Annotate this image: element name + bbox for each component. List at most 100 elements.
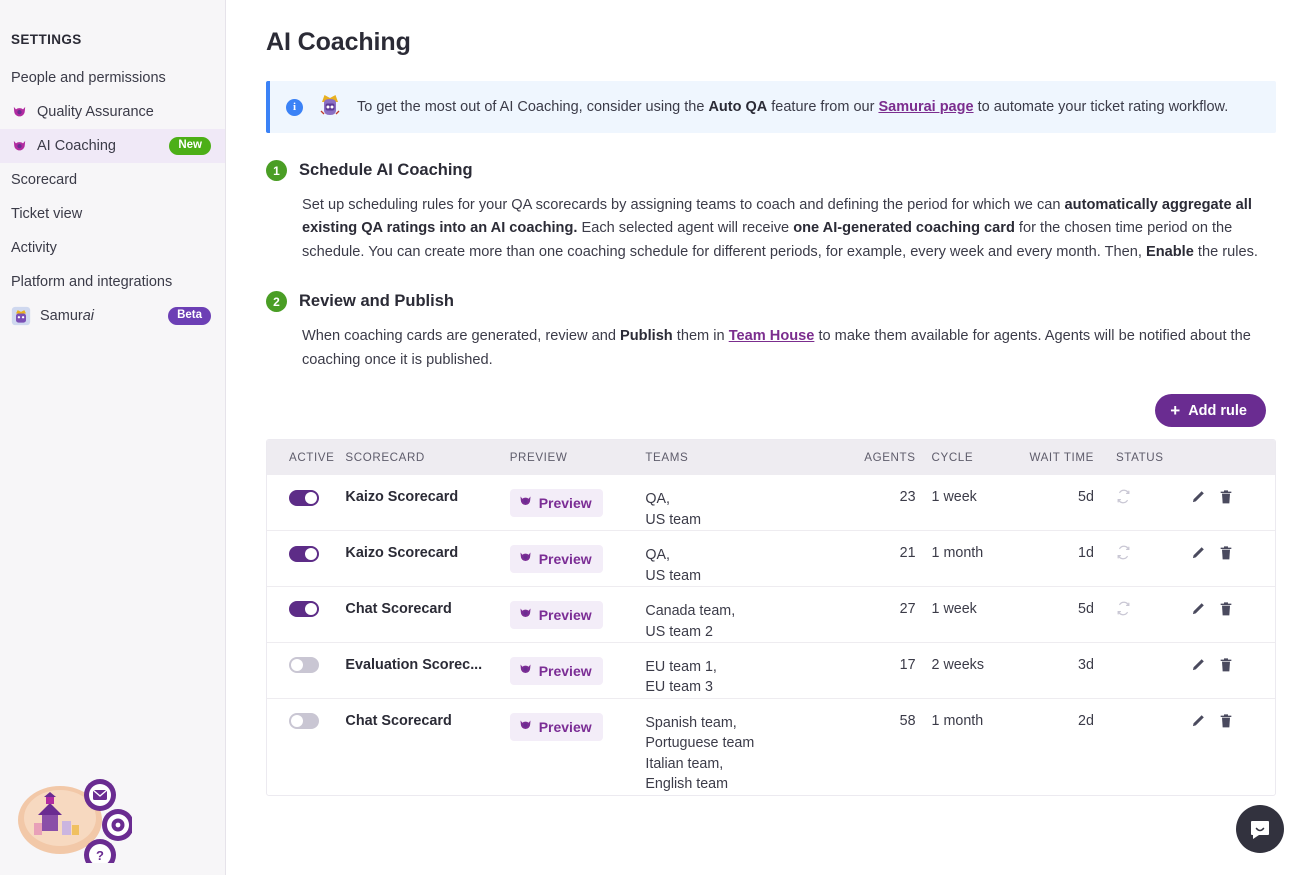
column-header-teams: TEAMS xyxy=(645,440,846,475)
status-cell xyxy=(1116,531,1190,587)
preview-button[interactable]: Preview xyxy=(510,601,603,629)
add-rule-button[interactable]: + Add rule xyxy=(1155,394,1266,427)
sidebar-item-activity[interactable]: Activity xyxy=(0,231,225,265)
table-row: Chat ScorecardPreviewCanada team,US team… xyxy=(267,587,1275,643)
envelope-icon xyxy=(84,779,116,811)
team-name: Spanish team, xyxy=(645,713,846,733)
banner-text-3: to automate your ticket rating workflow. xyxy=(974,99,1229,115)
preview-button[interactable]: Preview xyxy=(510,545,603,573)
app-root: SETTINGS People and permissions Quality … xyxy=(0,0,1306,875)
kaizo-icon xyxy=(11,104,28,121)
step1-bold-2: one AI-generated coaching card xyxy=(793,220,1015,236)
toggle-knob xyxy=(305,548,317,560)
pencil-icon[interactable] xyxy=(1190,713,1206,733)
step-1-body: Set up scheduling rules for your QA scor… xyxy=(302,194,1266,264)
sidebar-item-scorecard[interactable]: Scorecard xyxy=(0,163,225,197)
step-title: Review and Publish xyxy=(299,292,454,311)
sidebar-item-samurai[interactable]: Samurai Beta xyxy=(0,299,225,333)
gear-icon xyxy=(102,809,132,841)
active-toggle[interactable] xyxy=(289,490,319,506)
actions-cell xyxy=(1190,531,1275,587)
sidebar-item-label: Activity xyxy=(11,240,57,256)
sidebar-item-quality-assurance[interactable]: Quality Assurance xyxy=(0,95,225,129)
sidebar-item-label: Quality Assurance xyxy=(37,104,154,120)
step2-text-2: them in xyxy=(673,328,729,344)
banner-text-2: feature from our xyxy=(767,99,878,115)
sidebar-item-label: AI Coaching xyxy=(37,138,116,154)
sync-icon xyxy=(1116,545,1131,564)
sidebar-item-ai-coaching[interactable]: AI Coaching New xyxy=(0,129,225,163)
preview-button[interactable]: Preview xyxy=(510,657,603,685)
intercom-chat-button[interactable] xyxy=(1236,805,1284,853)
column-header-preview: PREVIEW xyxy=(510,440,646,475)
table-header: ACTIVE SCORECARD PREVIEW TEAMS AGENTS CY… xyxy=(267,440,1275,475)
sidebar-item-label: Scorecard xyxy=(11,172,77,188)
scorecard-cell: Chat Scorecard xyxy=(345,587,509,643)
pencil-icon[interactable] xyxy=(1190,489,1206,509)
preview-label: Preview xyxy=(539,551,592,567)
agents-cell: 27 xyxy=(847,587,932,643)
table-row: Kaizo ScorecardPreviewQA,US team211 mont… xyxy=(267,531,1275,587)
scorecard-cell: Chat Scorecard xyxy=(345,698,509,794)
pencil-icon[interactable] xyxy=(1190,657,1206,677)
active-toggle[interactable] xyxy=(289,546,319,562)
kaizo-icon xyxy=(518,550,533,568)
teams-cell: Spanish team,Portuguese teamItalian team… xyxy=(645,698,846,794)
preview-cell: Preview xyxy=(510,475,646,530)
step-2-header: 2 Review and Publish xyxy=(266,291,1276,312)
wait-time-cell: 5d xyxy=(1029,587,1116,643)
team-name: US team xyxy=(645,566,846,586)
active-cell xyxy=(267,643,345,699)
status-cell xyxy=(1116,475,1190,530)
svg-text:?: ? xyxy=(96,848,104,863)
toggle-knob xyxy=(305,603,317,615)
trash-icon[interactable] xyxy=(1218,713,1234,733)
scorecard-name: Chat Scorecard xyxy=(345,601,451,617)
pencil-icon[interactable] xyxy=(1190,601,1206,621)
actions-cell xyxy=(1190,643,1275,699)
preview-label: Preview xyxy=(539,607,592,623)
cycle-cell: 1 week xyxy=(932,475,1030,530)
wait-time-cell: 1d xyxy=(1029,531,1116,587)
preview-button[interactable]: Preview xyxy=(510,489,603,517)
active-toggle[interactable] xyxy=(289,713,319,729)
preview-label: Preview xyxy=(539,663,592,679)
step1-text-2: Each selected agent will receive xyxy=(577,220,793,236)
wait-time-cell: 3d xyxy=(1029,643,1116,699)
preview-cell: Preview xyxy=(510,531,646,587)
status-badge-beta: Beta xyxy=(168,307,211,326)
sync-icon xyxy=(1116,601,1131,620)
kaizo-icon xyxy=(518,718,533,736)
cycle-cell: 1 month xyxy=(932,531,1030,587)
team-name: EU team 3 xyxy=(645,677,846,697)
trash-icon[interactable] xyxy=(1218,657,1234,677)
teams-cell: EU team 1,EU team 3 xyxy=(645,643,846,699)
samurai-page-link[interactable]: Samurai page xyxy=(878,99,973,115)
preview-button[interactable]: Preview xyxy=(510,713,603,741)
sidebar-item-platform-and-integrations[interactable]: Platform and integrations xyxy=(0,265,225,299)
team-house-link[interactable]: Team House xyxy=(729,328,815,344)
sidebar-item-people-and-permissions[interactable]: People and permissions xyxy=(0,61,225,95)
step-1-section: 1 Schedule AI Coaching Set up scheduling… xyxy=(266,160,1276,264)
team-name: Canada team, xyxy=(645,601,846,621)
banner-bold-auto-qa: Auto QA xyxy=(708,99,767,115)
team-name: Portuguese team xyxy=(645,733,846,753)
cycle-cell: 1 week xyxy=(932,587,1030,643)
column-header-wait-time: WAIT TIME xyxy=(1029,440,1116,475)
active-toggle[interactable] xyxy=(289,601,319,617)
sidebar-item-ticket-view[interactable]: Ticket view xyxy=(0,197,225,231)
teams-list: QA,US team xyxy=(645,489,846,530)
trash-icon[interactable] xyxy=(1218,545,1234,565)
pencil-icon[interactable] xyxy=(1190,545,1206,565)
column-header-agents: AGENTS xyxy=(847,440,932,475)
active-cell xyxy=(267,531,345,587)
sidebar-title: SETTINGS xyxy=(0,0,225,47)
table-row: Evaluation Scorec...PreviewEU team 1,EU … xyxy=(267,643,1275,699)
preview-cell: Preview xyxy=(510,587,646,643)
cycle-cell: 2 weeks xyxy=(932,643,1030,699)
rules-table: ACTIVE SCORECARD PREVIEW TEAMS AGENTS CY… xyxy=(266,439,1276,795)
trash-icon[interactable] xyxy=(1218,601,1234,621)
active-toggle[interactable] xyxy=(289,657,319,673)
trash-icon[interactable] xyxy=(1218,489,1234,509)
sidebar-nav: People and permissions Quality Assurance… xyxy=(0,61,225,333)
